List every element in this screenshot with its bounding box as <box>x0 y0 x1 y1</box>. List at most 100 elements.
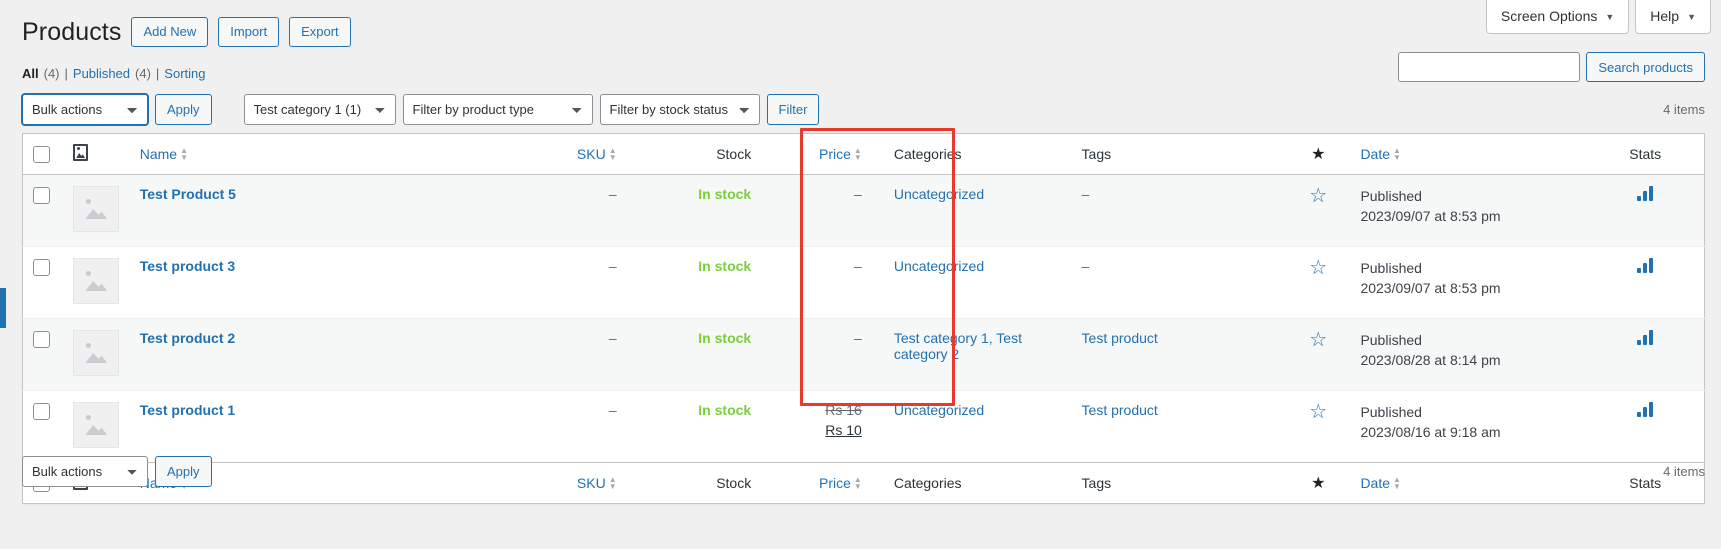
stock-status-filter-select[interactable]: Filter by stock status <box>599 94 760 125</box>
row-name-cell: Test product 3 <box>129 246 484 319</box>
category-link[interactable]: Test category 1, Test category 2 <box>894 330 1022 362</box>
stock-header: Stock <box>644 133 772 175</box>
search-products-button[interactable]: Search products <box>1586 52 1705 82</box>
tag-link[interactable]: Test product <box>1082 330 1158 346</box>
select-all-checkbox[interactable] <box>33 145 50 163</box>
row-categories-cell: Test category 1, Test category 2 <box>883 318 1072 391</box>
row-stats-cell <box>1586 174 1705 247</box>
search-input[interactable] <box>1398 52 1581 82</box>
displaying-num-top: 4 items <box>1663 102 1705 117</box>
sort-arrows-icon: ▲▼ <box>608 146 617 162</box>
chevron-down-icon: ▼ <box>1687 11 1696 22</box>
help-button[interactable]: Help ▼ <box>1635 0 1711 34</box>
bulk-actions-select-bottom[interactable]: Bulk actions <box>22 456 148 487</box>
row-categories-cell: Uncategorized <box>883 174 1072 247</box>
stock-status: In stock <box>698 186 752 202</box>
sort-arrows-icon: ▲▼ <box>853 146 862 162</box>
chevron-down-icon: ▼ <box>1605 11 1615 22</box>
row-name-cell: Test Product 5 <box>129 174 484 247</box>
add-new-button[interactable]: Add New <box>131 17 209 48</box>
stats-chart-icon[interactable] <box>1637 402 1654 417</box>
row-stats-cell <box>1586 318 1705 391</box>
bulk-actions-select-top[interactable]: Bulk actions <box>22 94 148 125</box>
price-header-label: Price <box>819 146 851 162</box>
categories-header: Categories <box>883 133 1072 175</box>
row-price-cell: – <box>771 318 884 391</box>
post-status: Published <box>1360 332 1422 348</box>
stats-chart-icon[interactable] <box>1637 186 1654 201</box>
category-link[interactable]: Uncategorized <box>894 402 984 418</box>
sort-arrows-icon: ▲▼ <box>1393 146 1401 162</box>
thumbnail-header <box>63 133 130 175</box>
featured-star-icon[interactable]: ☆ <box>1309 329 1327 351</box>
stats-header: Stats <box>1586 133 1705 175</box>
row-name-cell: Test product 2 <box>129 318 484 391</box>
stock-status: In stock <box>698 330 752 346</box>
stock-status: In stock <box>698 402 752 418</box>
row-select-cell <box>22 318 64 391</box>
category-link[interactable]: Uncategorized <box>894 186 984 202</box>
status-link-published[interactable]: Published <box>73 66 130 81</box>
sale-price-wrapper: Rs 10 <box>781 422 862 438</box>
product-name-link[interactable]: Test product 3 <box>140 258 235 274</box>
product-thumbnail-placeholder-icon <box>73 402 120 448</box>
featured-star-icon[interactable]: ☆ <box>1309 185 1327 207</box>
screen-meta-toolbar: Screen Options ▼ Help ▼ <box>1485 0 1711 34</box>
page-title: Products <box>22 18 122 46</box>
featured-star-icon[interactable]: ☆ <box>1309 401 1327 423</box>
status-separator: | <box>64 66 68 81</box>
category-link[interactable]: Uncategorized <box>894 258 984 274</box>
row-checkbox[interactable] <box>33 330 50 348</box>
table-row: Test product 2 – In stock – Test categor… <box>22 318 1705 391</box>
row-checkbox[interactable] <box>33 186 50 204</box>
apply-button-bottom[interactable]: Apply <box>155 456 212 487</box>
row-stock-cell: In stock <box>644 174 772 247</box>
row-tags-cell: – <box>1071 246 1287 319</box>
product-type-filter-select[interactable]: Filter by product type <box>402 94 593 125</box>
table-row: Test product 1 – In stock Rs 16 Rs 10 Un… <box>23 391 1705 463</box>
product-name-link[interactable]: Test Product 5 <box>140 186 236 202</box>
apply-button-top[interactable]: Apply <box>155 94 212 125</box>
product-thumbnail-placeholder-icon <box>73 330 120 376</box>
screen-options-button[interactable]: Screen Options ▼ <box>1485 0 1630 34</box>
product-name-link[interactable]: Test product 1 <box>140 402 235 418</box>
regular-price: Rs 16 <box>825 402 862 418</box>
product-name-link[interactable]: Test product 2 <box>140 330 235 346</box>
row-tags-cell: Test product <box>1071 318 1287 391</box>
stats-chart-icon[interactable] <box>1637 258 1654 273</box>
import-button[interactable]: Import <box>218 17 280 48</box>
category-filter-select[interactable]: Test category 1 (1) <box>243 94 396 125</box>
sort-by-sku-link[interactable]: SKU ▲ ▼ <box>577 146 617 162</box>
sort-by-name-link[interactable]: Name ▲ ▼ <box>140 146 188 162</box>
search-box: Search products <box>1398 52 1705 82</box>
row-stats-cell <box>1586 246 1705 319</box>
row-select-cell <box>22 246 64 319</box>
post-status: Published <box>1360 404 1422 420</box>
tags-header: Tags <box>1071 133 1287 175</box>
product-thumbnail-placeholder-icon <box>73 186 120 232</box>
status-link-all[interactable]: All <box>22 66 39 81</box>
tag-link[interactable]: Test product <box>1082 402 1158 418</box>
select-all-header <box>22 133 64 175</box>
table-row: Test product 3 – In stock – Uncategorize… <box>22 246 1705 319</box>
row-checkbox[interactable] <box>33 402 50 420</box>
filter-button[interactable]: Filter <box>766 94 820 125</box>
row-featured-cell: ☆ <box>1286 318 1351 391</box>
sort-by-price-link[interactable]: Price ▲ ▼ <box>819 146 862 162</box>
row-sku-cell: – <box>483 318 645 391</box>
admin-menu-rail <box>0 288 6 328</box>
post-status: Published <box>1360 260 1422 276</box>
sale-price-link[interactable]: Rs 10 <box>825 422 862 438</box>
stats-chart-icon[interactable] <box>1637 330 1654 345</box>
star-icon: ★ <box>1311 145 1326 163</box>
featured-star-icon[interactable]: ☆ <box>1309 257 1327 279</box>
row-checkbox[interactable] <box>33 258 50 276</box>
status-link-sorting[interactable]: Sorting <box>164 66 205 81</box>
sort-by-date-link[interactable]: Date ▲ ▼ <box>1360 146 1401 162</box>
featured-header: ★ <box>1286 133 1351 175</box>
sku-header-label: SKU <box>576 146 606 162</box>
name-header-label: Name <box>139 146 178 162</box>
bulk-actions-group-top: Bulk actions Apply Test category 1 (1) F… <box>22 94 820 125</box>
export-button[interactable]: Export <box>289 17 351 48</box>
date-header: Date ▲ ▼ <box>1350 133 1587 175</box>
